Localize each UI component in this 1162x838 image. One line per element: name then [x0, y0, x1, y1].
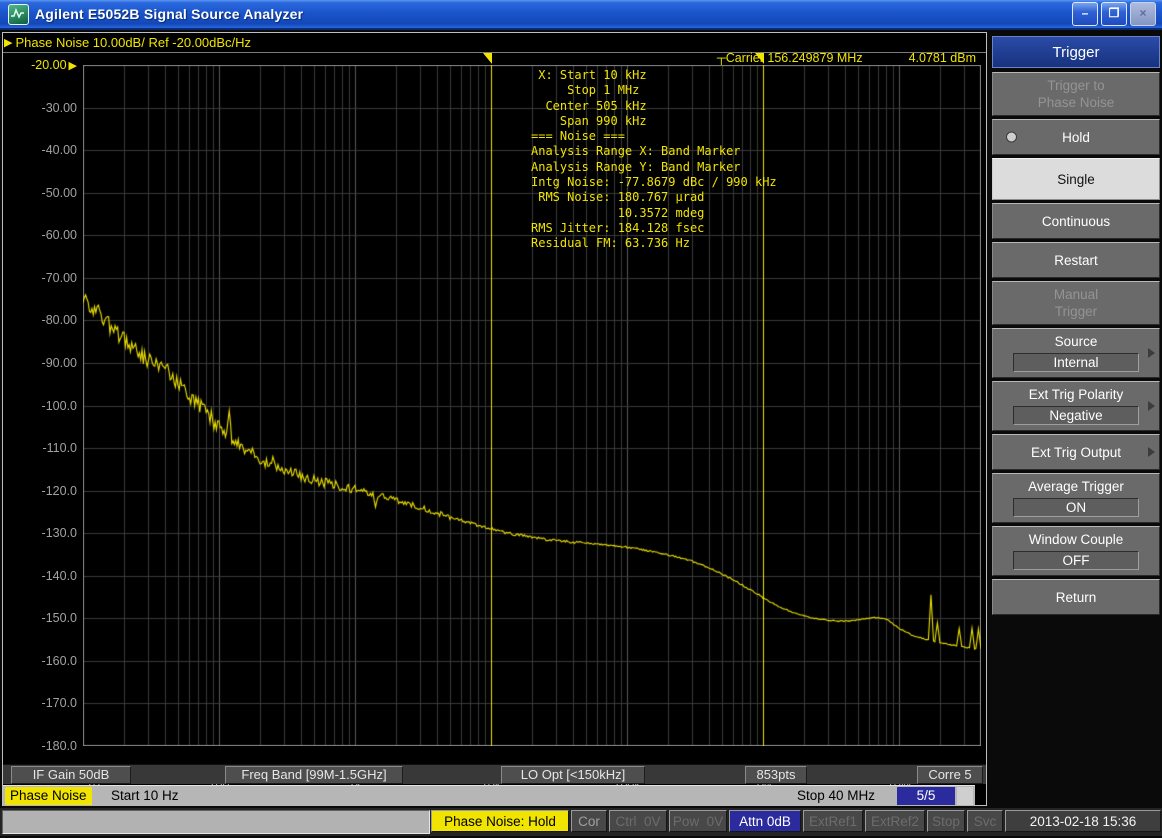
sweep-status-bar: Phase Noise Start 10 Hz Stop 40 MHz 5/5 [3, 785, 975, 806]
y-tick-label: -130.0 [3, 526, 77, 540]
softkey-manual-trigger: Manual Trigger [992, 281, 1160, 325]
y-tick-label: -50.00 [3, 186, 77, 200]
submenu-arrow-icon [1148, 401, 1155, 411]
message-area [2, 810, 430, 834]
status-box: LO Opt [<150kHz] [501, 766, 645, 784]
window-title: Agilent E5052B Signal Source Analyzer [35, 6, 303, 22]
softkey-label: Single [995, 171, 1157, 188]
close-button[interactable]: × [1130, 2, 1156, 26]
softkey-label: Continuous [995, 213, 1157, 230]
y-tick-label: -70.00 [3, 271, 77, 285]
softkey-value: OFF [1013, 551, 1139, 570]
noise-analysis-readout: X: Start 10 kHz Stop 1 MHz Center 505 kH… [531, 68, 777, 252]
status-segment-2013-02-18-15-36: 2013-02-18 15:36 [1005, 810, 1161, 832]
status-segment-extref2: ExtRef2 [865, 810, 925, 832]
status-box: Freq Band [99M-1.5GHz] [225, 766, 403, 784]
sidebar-menu: Trigger to Phase Noise Hold Single Continuo… [992, 72, 1160, 615]
status-box: IF Gain 50dB [11, 766, 131, 784]
softkey-label: Window Couple [995, 531, 1157, 548]
softkey-trigger-to-phase-noise: Trigger to Phase Noise [992, 72, 1160, 116]
softkey-value: ON [1013, 498, 1139, 517]
sweep-stop-label: Stop 40 MHz [797, 787, 875, 805]
selected-radio-indicator [1006, 132, 1017, 143]
softkey-label: Source [995, 333, 1157, 350]
measurement-status-bar: IF Gain 50dB Freq Band [99M-1.5GHz] LO Opt… [3, 764, 986, 784]
sweep-start-label: Start 10 Hz [111, 787, 179, 805]
softkey-return[interactable]: Return [992, 579, 1160, 615]
softkey-label: Restart [995, 252, 1157, 269]
y-tick-label: -140.0 [3, 569, 77, 583]
status-segment-cor: Cor [571, 810, 607, 832]
instrument-status-bar: Phase Noise: HoldCorCtrl 0VPow 0VAttn 0d… [0, 808, 1162, 836]
band-marker-flag-icon[interactable] [483, 53, 492, 64]
status-box: 853pts [745, 766, 807, 784]
app-icon [8, 4, 29, 25]
y-tick-label: -180.0 [3, 739, 77, 753]
softkey-hold[interactable]: Hold [992, 119, 1160, 155]
softkey-label: Ext Trig Polarity [995, 386, 1157, 403]
y-tick-label: -100.0 [3, 399, 77, 413]
restore-button[interactable]: ❐ [1101, 2, 1127, 26]
softkey-value: Internal [1013, 353, 1139, 372]
carrier-frequency: ┬Carrier 156.249879 MHz [717, 52, 863, 65]
status-box: Corre 5 [917, 766, 983, 784]
status-segment-svc: Svc [967, 810, 1003, 832]
y-tick-label: -60.00 [3, 228, 77, 242]
softkey-label: Return [995, 589, 1157, 606]
status-segment-extref1: ExtRef1 [803, 810, 863, 832]
carrier-power: 4.0781 dBm [909, 52, 976, 65]
title-bar: Agilent E5052B Signal Source Analyzer –❐… [0, 0, 1162, 30]
y-tick-label: -120.0 [3, 484, 77, 498]
softkey-value: Negative [1013, 406, 1139, 425]
softkey-ext-trig-polarity[interactable]: Ext Trig Polarity Negative [992, 381, 1160, 431]
y-tick-label: -80.00 [3, 313, 77, 327]
status-segment-attn-0db: Attn 0dB [729, 810, 801, 832]
y-tick-label: -110.0 [3, 441, 77, 455]
softkey-sidebar: Trigger Trigger to Phase Noise Hold Single… [992, 36, 1160, 618]
page-indicator: 5/5 [897, 787, 955, 805]
softkey-restart[interactable]: Restart [992, 242, 1160, 278]
y-tick-label: -170.0 [3, 696, 77, 710]
band-marker-flag-icon[interactable] [755, 53, 764, 64]
y-tick-label: -90.00 [3, 356, 77, 370]
ref-level-marker-icon: ▶ [69, 60, 77, 72]
softkey-single[interactable]: Single [992, 158, 1160, 200]
status-segment-phase-noise-hold: Phase Noise: Hold [431, 810, 569, 832]
carrier-marker-icon: ┬ [717, 51, 726, 65]
submenu-arrow-icon [1148, 348, 1155, 358]
y-tick-label: -150.0 [3, 611, 77, 625]
phase-noise-plot-panel: ▶ Phase Noise 10.00dB/ Ref -20.00dBc/Hz … [2, 32, 987, 806]
minimize-button[interactable]: – [1072, 2, 1098, 26]
softkey-label: Manual Trigger [995, 286, 1157, 320]
mode-badge: Phase Noise [5, 787, 92, 805]
softkey-window-couple[interactable]: Window Couple OFF [992, 526, 1160, 576]
softkey-ext-trig-output[interactable]: Ext Trig Output [992, 434, 1160, 470]
y-tick-label: -20.00▶ [3, 58, 77, 72]
softkey-label: Hold [995, 129, 1157, 146]
y-tick-label: -30.00 [3, 101, 77, 115]
trace-header: ▶ Phase Noise 10.00dB/ Ref -20.00dBc/Hz [3, 33, 986, 53]
softkey-label: Ext Trig Output [995, 444, 1157, 461]
softkey-menu-title: Trigger [992, 36, 1160, 68]
softkey-source[interactable]: Source Internal [992, 328, 1160, 378]
softkey-label: Trigger to Phase Noise [995, 77, 1157, 111]
y-tick-label: -40.00 [3, 143, 77, 157]
softkey-average-trigger[interactable]: Average Trigger ON [992, 473, 1160, 523]
application-window: Agilent E5052B Signal Source Analyzer –❐… [0, 0, 1162, 838]
softkey-label: Average Trigger [995, 478, 1157, 495]
status-segment-pow-0v: Pow 0V [669, 810, 727, 832]
softkey-continuous[interactable]: Continuous [992, 203, 1160, 239]
trace-indicator-icon: ▶ [4, 34, 12, 52]
status-segment-stop: Stop [927, 810, 965, 832]
submenu-arrow-icon [1148, 447, 1155, 457]
carrier-readout: ┬Carrier 156.249879 MHz 4.0781 dBm [3, 52, 986, 65]
window-controls: –❐× [1072, 2, 1156, 26]
trace-scale-label: Phase Noise 10.00dB/ Ref -20.00dBc/Hz [15, 34, 251, 52]
status-segment-ctrl-0v: Ctrl 0V [609, 810, 667, 832]
status-segments: Phase Noise: HoldCorCtrl 0VPow 0VAttn 0d… [431, 810, 1161, 832]
status-bar-tail [957, 787, 973, 805]
y-tick-label: -160.0 [3, 654, 77, 668]
